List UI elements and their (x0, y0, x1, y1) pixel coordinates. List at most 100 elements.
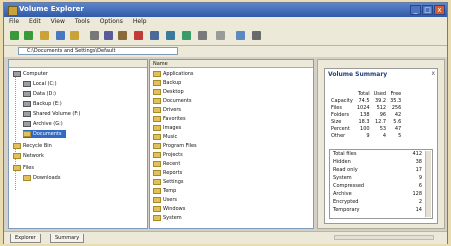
list-item[interactable]: Desktop (153, 88, 184, 97)
folder-icon[interactable] (70, 31, 79, 40)
folder-icon (153, 160, 161, 167)
list-item[interactable]: Settings (153, 178, 184, 187)
delete-icon[interactable] (134, 31, 143, 40)
list-item[interactable]: System (153, 214, 182, 223)
menu-tools[interactable]: Tools (70, 17, 95, 27)
folder-icon (153, 106, 161, 113)
close-button[interactable]: x (434, 5, 445, 15)
column-header: Free (390, 91, 402, 97)
table-row: Files 1024 512 256 (331, 105, 402, 111)
tree-item-backup[interactable]: Backup (E:) (23, 100, 62, 108)
list-item[interactable]: Documents (153, 97, 192, 106)
scrollbar[interactable] (425, 151, 431, 217)
copy-icon[interactable] (104, 31, 113, 40)
drive-icon (23, 90, 31, 97)
drive-icon (23, 110, 31, 117)
list-item[interactable]: Music (153, 133, 177, 142)
folder-icon (153, 70, 161, 77)
status-bar: Explorer Summary (4, 231, 447, 244)
drive-icon (23, 120, 31, 127)
list-item[interactable]: Images (153, 124, 181, 133)
maximize-button[interactable]: □ (422, 5, 433, 15)
tree-item-archive[interactable]: Archive (G:) (23, 120, 63, 128)
list-item[interactable]: Applications (153, 70, 194, 79)
list-item[interactable]: Reports (153, 169, 182, 178)
list-item[interactable]: Users (153, 196, 177, 205)
folder-icon (153, 133, 161, 140)
menu-help[interactable]: Help (128, 17, 152, 27)
table-row: Folders 138 96 42 (331, 112, 402, 118)
up-icon[interactable] (40, 31, 49, 40)
toolbar (4, 27, 447, 46)
view-icon[interactable] (166, 31, 175, 40)
list-item: Compressed (333, 183, 365, 189)
table-row: Capacity 74.5 39.2 35.3 (331, 98, 402, 104)
list-item[interactable]: Temp (153, 187, 176, 196)
menu-file[interactable]: File (4, 17, 24, 27)
window-title: Volume Explorer (19, 5, 84, 13)
settings-icon[interactable] (252, 31, 261, 40)
find-icon[interactable] (236, 31, 245, 40)
list-value: 412 (412, 151, 422, 157)
column-header-name[interactable]: Name (150, 60, 313, 68)
cut-icon[interactable] (90, 31, 99, 40)
file-list: Name Applications Backup Desktop Documen… (149, 59, 314, 229)
forward-icon[interactable] (24, 31, 33, 40)
list-item: Archive (333, 191, 352, 197)
tree-item-files[interactable]: Files (13, 164, 34, 172)
folder-icon (23, 174, 31, 181)
chart-icon[interactable] (182, 31, 191, 40)
list-item[interactable]: Favorites (153, 115, 186, 124)
list-value: 14 (415, 207, 422, 213)
list-item[interactable]: Program Files (153, 142, 197, 151)
folder-icon (153, 214, 161, 221)
back-icon[interactable] (10, 31, 19, 40)
tab-explorer[interactable]: Explorer (10, 234, 41, 243)
drive-icon (23, 100, 31, 107)
menu-options[interactable]: Options (95, 17, 128, 27)
menu-edit[interactable]: Edit (24, 17, 46, 27)
tree-item-shared[interactable]: Shared Volume (F:) (23, 110, 80, 118)
tree-item-documents[interactable]: Documents (23, 130, 66, 138)
list-item: Hidden (333, 159, 351, 165)
folder-icon (23, 130, 31, 137)
menu-view[interactable]: View (46, 17, 70, 27)
folder-icon (153, 97, 161, 104)
computer-icon (13, 70, 21, 77)
list-item: System (333, 175, 352, 181)
list-item[interactable]: Projects (153, 151, 183, 160)
horizontal-scrollbar[interactable] (334, 235, 434, 240)
properties-icon[interactable] (150, 31, 159, 40)
tree-item-network[interactable]: Network (13, 152, 44, 160)
recycle-bin-icon (13, 142, 21, 149)
refresh-icon[interactable] (56, 31, 65, 40)
close-icon[interactable]: x (431, 70, 435, 77)
tree-item-data[interactable]: Data (D:) (23, 90, 56, 98)
title-bar[interactable]: Volume Explorer _ □ x (4, 3, 447, 17)
address-input[interactable]: C:\Documents and Settings\Default (18, 47, 178, 55)
tree-item-downloads[interactable]: Downloads (23, 174, 60, 182)
list-item[interactable]: Windows (153, 205, 185, 214)
sort-icon[interactable] (198, 31, 207, 40)
tree-item-computer[interactable]: Computer (13, 70, 48, 78)
summary-table: Total Used Free Capacity 74.5 39.2 35.3 Files… (329, 91, 403, 140)
summary-card: Volume Summary x Total Used Free Capacity 7… (324, 68, 438, 224)
folder-icon (153, 187, 161, 194)
minimize-button[interactable]: _ (410, 5, 421, 15)
paste-icon[interactable] (118, 31, 127, 40)
list-item: Read only (333, 167, 358, 173)
list-item[interactable]: Recent (153, 160, 180, 169)
column-header: Total (357, 91, 370, 97)
tree-item-recycle-bin[interactable]: Recycle Bin (13, 142, 52, 150)
tree-item-local[interactable]: Local (C:) (23, 80, 57, 88)
list-item[interactable]: Backup (153, 79, 181, 88)
list-value: 6 (418, 183, 422, 189)
folder-icon (153, 205, 161, 212)
filter-icon[interactable] (216, 31, 225, 40)
folder-icon (153, 142, 161, 149)
list-item[interactable]: Drivers (153, 106, 181, 115)
tab-summary[interactable]: Summary (50, 234, 85, 243)
list-item: Encrypted (333, 199, 359, 205)
list-item: Temporary (333, 207, 360, 213)
app-window: Volume Explorer _ □ x File Edit View Tools O… (3, 2, 448, 244)
